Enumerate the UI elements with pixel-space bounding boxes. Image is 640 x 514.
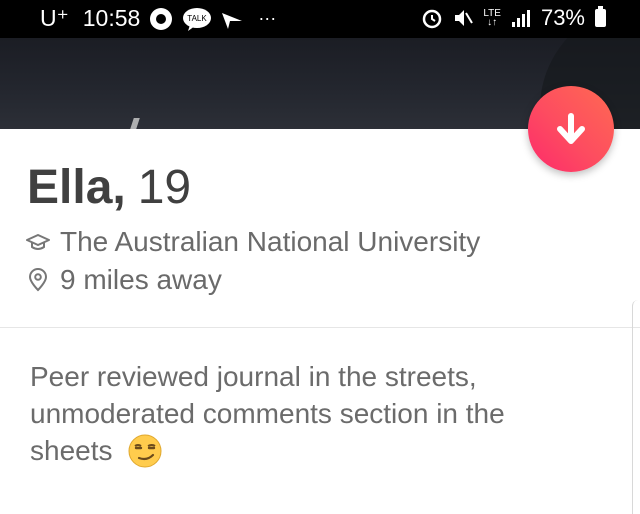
- section-divider: [0, 327, 640, 328]
- record-icon: [148, 6, 174, 32]
- battery-icon: [595, 6, 606, 27]
- smirk-emoji-icon: [128, 434, 162, 477]
- battery-percent: 73%: [540, 5, 585, 30]
- distance-row: 9 miles away: [26, 264, 222, 296]
- school-row: The Australian National University: [26, 226, 480, 258]
- mute-icon: [453, 7, 474, 29]
- talk-label: TALK: [188, 14, 208, 23]
- status-right: LTE ↓↑ 73%: [421, 5, 606, 31]
- location-pin-icon: [28, 268, 48, 292]
- arrow-down-icon: [557, 113, 585, 144]
- distance-text: 9 miles away: [60, 264, 222, 295]
- talk-icon: TALK: [182, 6, 212, 32]
- more-notifications: ···: [258, 8, 277, 28]
- school-text: The Australian National University: [60, 226, 481, 257]
- name-row: Ella, 19: [27, 160, 191, 215]
- alarm-icon: [421, 7, 443, 29]
- network-type: LTE ↓↑: [483, 8, 501, 28]
- clock: 10:58: [82, 5, 141, 31]
- status-left: U⁺ 10:58 TALK ···: [40, 5, 276, 32]
- signal-icon: [511, 9, 531, 27]
- carrier-label: U⁺: [40, 5, 69, 31]
- bio-text: Peer reviewed journal in the streets, un…: [30, 361, 505, 466]
- bio: Peer reviewed journal in the streets, un…: [30, 358, 590, 477]
- send-icon: [220, 7, 244, 31]
- profile-age: 19: [137, 161, 192, 214]
- graduation-cap-icon: [26, 234, 50, 250]
- network-label: LTE: [483, 8, 501, 19]
- profile-name: Ella,: [27, 161, 126, 214]
- photo-detail: [130, 118, 140, 129]
- status-bar: U⁺ 10:58 TALK ··· LTE ↓↑ 73%: [0, 0, 640, 38]
- collapse-profile-button[interactable]: [528, 86, 614, 172]
- next-card-edge: [632, 300, 640, 514]
